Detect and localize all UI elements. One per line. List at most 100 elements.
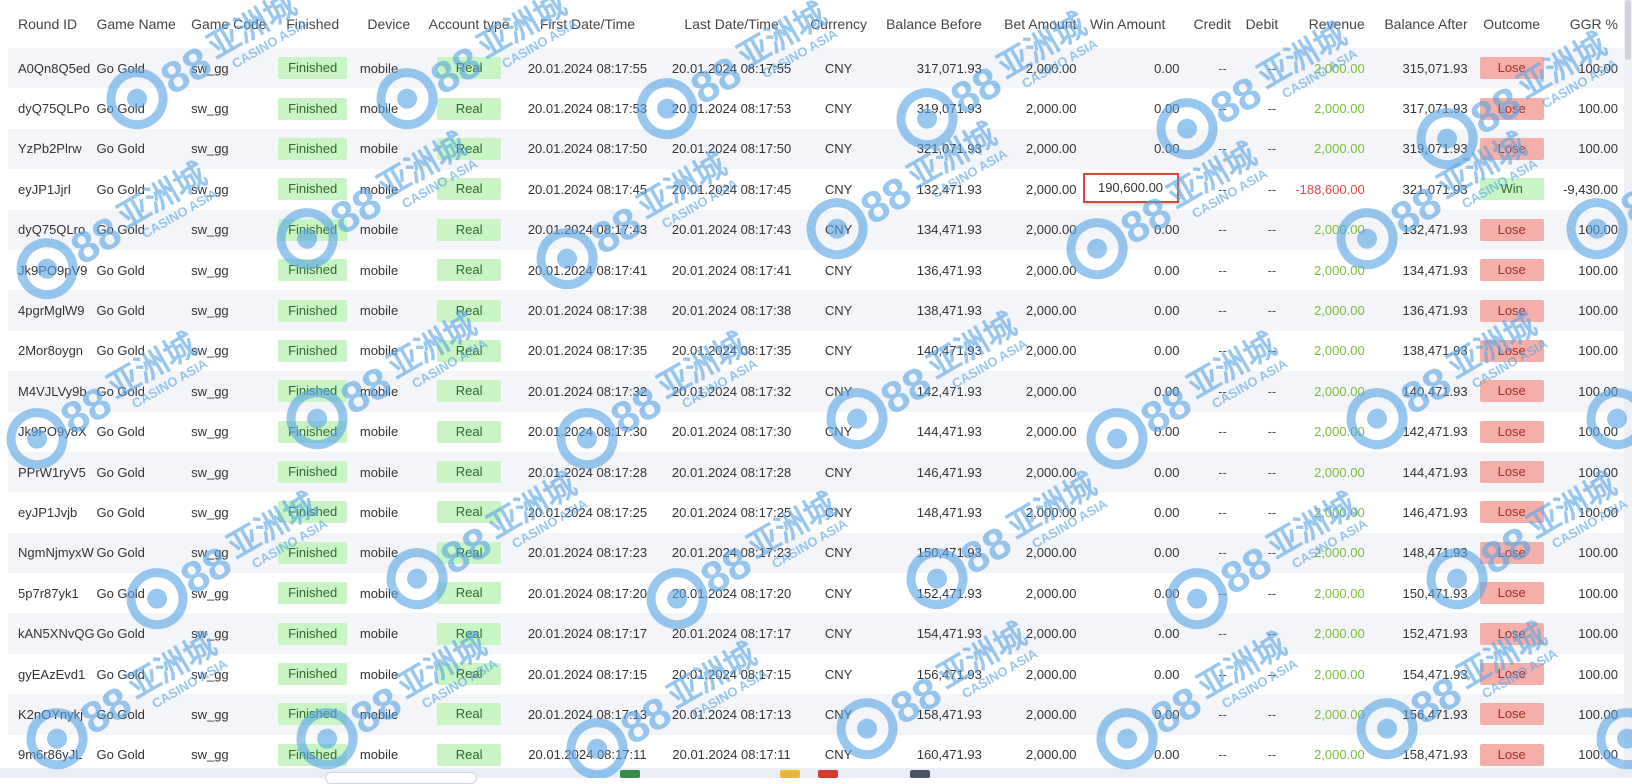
cell-balance-after: 154,471.93 [1370, 653, 1474, 695]
table-row[interactable]: 5p7r87yk1 Go Gold sw_gg Finished mobile Real 2… [8, 573, 1624, 614]
cell-account-type: Real [421, 209, 517, 250]
cell-game-code: sw_gg [187, 209, 270, 250]
account-type-badge: Real [437, 582, 502, 605]
cell-currency: CNY [804, 411, 873, 452]
cell-account-type: Real [421, 532, 517, 574]
cell-device: mobile [355, 694, 422, 735]
round-history-table-container: Round ID Game Name Game Code Finished De… [8, 0, 1624, 778]
column-header-account-type[interactable]: Account type [421, 0, 517, 48]
account-type-badge: Real [437, 461, 502, 484]
outcome-badge: Lose [1479, 501, 1544, 524]
notification-app-icon[interactable] [818, 770, 838, 778]
cell-ggr: 100.00 [1549, 451, 1624, 493]
table-row[interactable]: PPrW1ryV5 Go Gold sw_gg Finished mobile Real 2… [8, 451, 1624, 493]
column-header-game-name[interactable]: Game Name [94, 0, 188, 48]
column-header-credit[interactable]: Credit [1185, 0, 1235, 48]
status-badge: Finished [278, 137, 348, 160]
table-body: A0Qn8Q5ed Go Gold sw_gg Finished mobile Real 2… [8, 48, 1624, 776]
table-row[interactable]: kAN5XNvQG Go Gold sw_gg Finished mobile Real 2… [8, 613, 1624, 654]
cell-debit: -- [1234, 169, 1285, 210]
cell-game-code: sw_gg [187, 532, 270, 574]
table-row[interactable]: 2Mor8oygn Go Gold sw_gg Finished mobile Real 2… [8, 330, 1624, 372]
cell-device: mobile [355, 330, 422, 372]
table-row[interactable]: dyQ75QLro Go Gold sw_gg Finished mobile Real 2… [8, 209, 1624, 250]
cell-bet-amount: 2,000.00 [987, 371, 1083, 412]
cell-game-name: Go Gold [94, 209, 188, 250]
cell-revenue: -188,600.00 [1284, 169, 1371, 210]
cell-round-id: NgmNjmyxW [8, 532, 95, 574]
table-row[interactable]: A0Qn8Q5ed Go Gold sw_gg Finished mobile Real 2… [8, 48, 1624, 89]
scrollbar-thumb[interactable] [1625, 0, 1631, 60]
cell-game-code: sw_gg [187, 128, 270, 170]
table-row[interactable]: NgmNjmyxW Go Gold sw_gg Finished mobile Real 2… [8, 532, 1624, 574]
cell-first-dt: 20.01.2024 08:17:32 [516, 371, 659, 412]
cell-account-type: Real [421, 411, 517, 452]
cell-device: mobile [355, 492, 422, 533]
cell-revenue: 2,000.00 [1284, 371, 1371, 412]
cell-round-id: gyEAzEvd1 [8, 653, 95, 695]
table-row[interactable]: gyEAzEvd1 Go Gold sw_gg Finished mobile Real 2… [8, 653, 1624, 695]
cell-ggr: 100.00 [1549, 128, 1624, 170]
column-header-balance-before[interactable]: Balance Before [872, 0, 988, 48]
table-row[interactable]: dyQ75QLPo Go Gold sw_gg Finished mobile Real 2… [8, 88, 1624, 129]
cell-round-id: K2nOYnykj [8, 694, 95, 735]
column-header-device[interactable]: Device [355, 0, 422, 48]
table-row[interactable]: eyJP1Jjrl Go Gold sw_gg Finished mobile Real 2… [8, 169, 1624, 210]
column-header-first-date-time[interactable]: First Date/Time [516, 0, 659, 48]
cell-outcome: Lose [1473, 451, 1550, 493]
table-row[interactable]: Jk9PO9y8X Go Gold sw_gg Finished mobile Real 2… [8, 411, 1624, 452]
revenue-value: 2,000.00 [1314, 504, 1365, 520]
cell-outcome: Win [1473, 169, 1550, 210]
outcome-badge: Lose [1479, 137, 1544, 160]
outcome-badge: Lose [1479, 541, 1544, 564]
table-row[interactable]: eyJP1Jvjb Go Gold sw_gg Finished mobile Real 2… [8, 492, 1624, 533]
cell-balance-before: 152,471.93 [872, 573, 988, 614]
cell-game-name: Go Gold [94, 573, 188, 614]
cell-debit: -- [1234, 48, 1285, 89]
cell-account-type: Real [421, 249, 517, 291]
status-badge: Finished [278, 57, 348, 80]
table-row[interactable]: Jk9PO9pV9 Go Gold sw_gg Finished mobile Real 2… [8, 249, 1624, 291]
cell-game-name: Go Gold [94, 694, 188, 735]
cell-round-id: eyJP1Jjrl [8, 169, 95, 210]
column-header-debit[interactable]: Debit [1234, 0, 1285, 48]
taskbar-app-icon[interactable] [910, 770, 930, 778]
account-type-badge: Real [437, 501, 502, 524]
column-header-currency[interactable]: Currency [804, 0, 873, 48]
column-header-round-id[interactable]: Round ID [8, 0, 95, 48]
cell-win-amount: 0.00 [1082, 411, 1186, 452]
column-header-finished[interactable]: Finished [269, 0, 356, 48]
column-header-ggr[interactable]: GGR % [1549, 0, 1624, 48]
cell-first-dt: 20.01.2024 08:17:20 [516, 573, 659, 614]
cell-device: mobile [355, 128, 422, 170]
cell-account-type: Real [421, 451, 517, 493]
account-type-badge: Real [437, 97, 502, 120]
cell-game-name: Go Gold [94, 371, 188, 412]
taskbar-app-icon[interactable] [620, 770, 640, 778]
cell-bet-amount: 2,000.00 [987, 209, 1083, 250]
taskbar-search-box[interactable] [325, 772, 477, 784]
column-header-win-amount[interactable]: Win Amount [1082, 0, 1186, 48]
folder-icon[interactable] [780, 770, 800, 778]
cell-revenue: 2,000.00 [1284, 88, 1371, 129]
cell-last-dt: 20.01.2024 08:17:43 [658, 209, 805, 250]
cell-game-code: sw_gg [187, 694, 270, 735]
cell-bet-amount: 2,000.00 [987, 330, 1083, 372]
column-header-balance-after[interactable]: Balance After [1370, 0, 1474, 48]
table-row[interactable]: 4pgrMglW9 Go Gold sw_gg Finished mobile Real 2… [8, 290, 1624, 331]
table-row[interactable]: K2nOYnykj Go Gold sw_gg Finished mobile Real 2… [8, 694, 1624, 735]
column-header-outcome[interactable]: Outcome [1473, 0, 1550, 48]
cell-first-dt: 20.01.2024 08:17:28 [516, 451, 659, 493]
cell-balance-after: 140,471.93 [1370, 371, 1474, 412]
cell-round-id: dyQ75QLro [8, 209, 95, 250]
column-header-bet-amount[interactable]: Bet Amount [987, 0, 1083, 48]
cell-balance-after: 138,471.93 [1370, 330, 1474, 372]
vertical-scrollbar[interactable] [1624, 0, 1632, 778]
table-row[interactable]: YzPb2Plrw Go Gold sw_gg Finished mobile Real 2… [8, 128, 1624, 170]
column-header-revenue[interactable]: Revenue [1284, 0, 1371, 48]
cell-game-name: Go Gold [94, 411, 188, 452]
cell-device: mobile [355, 451, 422, 493]
column-header-game-code[interactable]: Game Code [187, 0, 270, 48]
table-row[interactable]: M4VJLVy9b Go Gold sw_gg Finished mobile Real 2… [8, 371, 1624, 412]
column-header-last-date-time[interactable]: Last Date/Time [658, 0, 805, 48]
